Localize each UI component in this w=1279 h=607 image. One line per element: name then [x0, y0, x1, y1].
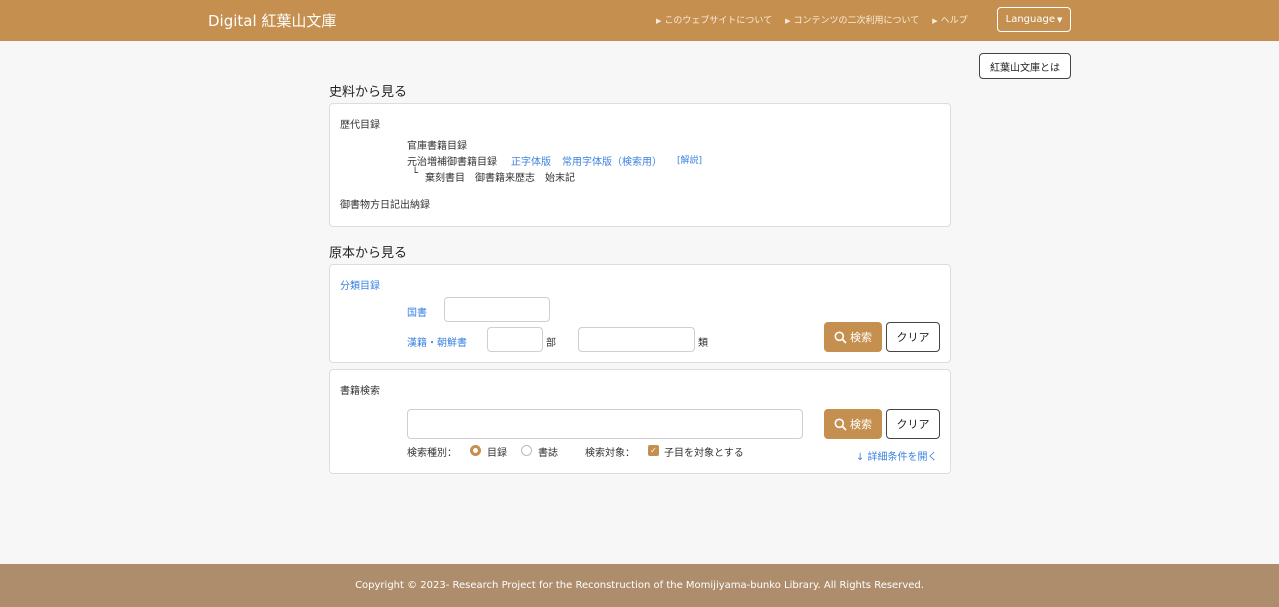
- book-search-button[interactable]: 検索: [824, 409, 882, 439]
- nav-secondary-use[interactable]: ▶ コンテンツの二次利用について: [785, 13, 919, 26]
- sub-prefix: └: [412, 168, 419, 179]
- triangle-right-icon: ▶: [785, 17, 791, 25]
- genji-label: 元治増補御書籍目録: [407, 157, 497, 168]
- seiji-link[interactable]: 正字体版: [511, 153, 551, 168]
- language-dropdown-button[interactable]: Language ▼: [997, 7, 1071, 32]
- site-brand[interactable]: Digital 紅葉山文庫: [208, 10, 336, 31]
- search-target-label: 検索対象：: [585, 448, 635, 459]
- nav-about-website[interactable]: ▶ このウェブサイトについて: [656, 13, 772, 26]
- book-search-clear-button[interactable]: クリア: [886, 409, 940, 439]
- joyo-link[interactable]: 常用字体版（検索用）: [562, 153, 662, 168]
- search-icon: [834, 331, 847, 344]
- rui-label: 類: [698, 338, 708, 349]
- radio-mokuroku-label: 目録: [487, 448, 507, 459]
- nav-help[interactable]: ▶ ヘルプ: [932, 13, 967, 26]
- kokusho-input[interactable]: [444, 297, 550, 322]
- classification-search-button[interactable]: 検索: [824, 322, 882, 352]
- kaisetsu-link[interactable]: [解説]: [677, 153, 702, 166]
- book-search-card: 書籍検索 検索 クリア 検索種別： 目録 書誌 検索対象： ✓ 子目を対象とする…: [329, 369, 951, 474]
- nav-links: ▶ このウェブサイトについて ▶ コンテンツの二次利用について ▶ ヘルプ: [656, 13, 968, 26]
- book-search-title: 書籍検索: [340, 386, 380, 397]
- book-search-input[interactable]: [407, 409, 803, 439]
- rui-input[interactable]: [578, 327, 695, 352]
- about-momijiyama-button[interactable]: 紅葉山文庫とは: [979, 53, 1071, 79]
- section-title-shiryo: 史料から見る: [329, 85, 408, 100]
- navbar: Digital 紅葉山文庫 ▶ このウェブサイトについて ▶ コンテンツの二次利用に…: [0, 0, 1279, 41]
- copyright-text: Copyright © 2023- Research Project for t…: [355, 580, 924, 591]
- classification-clear-button[interactable]: クリア: [886, 322, 940, 352]
- checkbox-child-items-label: 子目を対象とする: [664, 448, 744, 459]
- triangle-right-icon: ▶: [656, 17, 662, 25]
- radio-mokuroku[interactable]: [470, 445, 481, 456]
- kanseki-link[interactable]: 漢籍・朝鮮書: [407, 334, 467, 349]
- open-detail-link[interactable]: ↓ 詳細条件を開く: [856, 448, 938, 463]
- classification-card: 分類目録 国書 漢籍・朝鮮書 部 類 検索 クリア: [329, 264, 951, 363]
- catalog-card: 歴代目録 官庫書籍目録 元治増補御書籍目録 正字体版 常用字体版（検索用） [解…: [329, 103, 951, 227]
- classification-title-link[interactable]: 分類目録: [340, 277, 380, 292]
- radio-shoshi-label: 書誌: [538, 448, 558, 459]
- sub-items: 棄刻書目 御書籍来歴志 始末記: [425, 173, 575, 184]
- checkbox-child-items[interactable]: ✓: [648, 445, 659, 456]
- bu-label: 部: [546, 338, 556, 349]
- section-title-genpon: 原本から見る: [329, 246, 408, 261]
- check-icon: ✓: [650, 446, 657, 455]
- kokusho-link[interactable]: 国書: [407, 304, 427, 319]
- triangle-right-icon: ▶: [932, 17, 938, 25]
- search-icon: [834, 418, 847, 431]
- gosho-label: 御書物方日記出納録: [340, 200, 430, 211]
- bu-input[interactable]: [487, 327, 543, 352]
- search-type-label: 検索種別：: [407, 448, 457, 459]
- radio-shoshi[interactable]: [521, 445, 532, 456]
- kanko-label: 官庫書籍目録: [407, 141, 467, 152]
- caret-down-icon: ▼: [1056, 15, 1063, 24]
- rekidai-label: 歴代目録: [340, 120, 380, 131]
- footer: Copyright © 2023- Research Project for t…: [0, 564, 1279, 607]
